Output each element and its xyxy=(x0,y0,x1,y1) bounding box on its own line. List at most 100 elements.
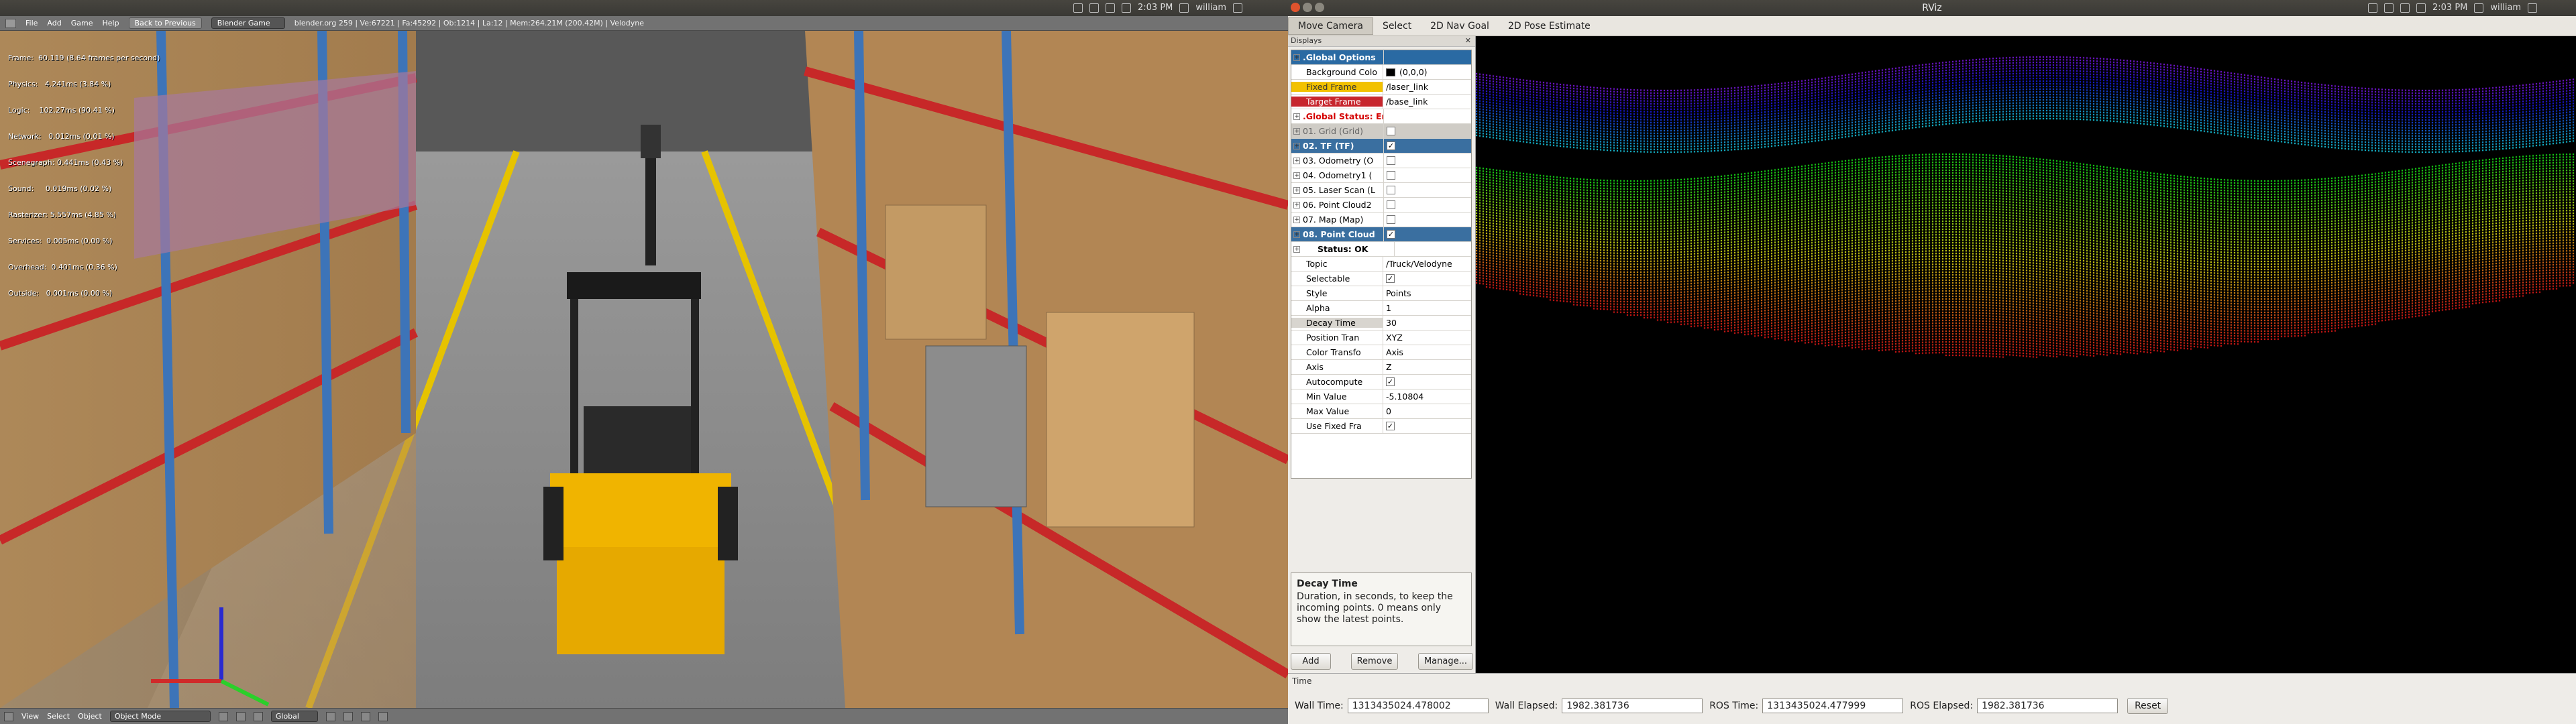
checkbox[interactable]: ✓ xyxy=(1387,230,1395,239)
display-tree-value[interactable]: 0 xyxy=(1383,404,1471,418)
manipulator-icon[interactable] xyxy=(253,711,263,721)
network-icon[interactable] xyxy=(1089,3,1099,13)
tool-select[interactable]: Select xyxy=(1373,18,1421,34)
checkbox[interactable] xyxy=(1387,200,1395,209)
menu-select[interactable]: Select xyxy=(47,712,70,721)
display-tree-value[interactable]: Axis xyxy=(1383,345,1471,359)
display-tree-value[interactable]: ✓ xyxy=(1383,139,1471,153)
menu-help[interactable]: Help xyxy=(102,19,119,27)
checkbox[interactable]: ✓ xyxy=(1386,422,1395,430)
expand-icon[interactable]: + xyxy=(1293,201,1300,208)
menu-add[interactable]: Add xyxy=(47,19,61,27)
display-tree-value[interactable] xyxy=(1383,50,1471,64)
display-tree-row[interactable]: Target Frame/base_link xyxy=(1291,95,1471,109)
display-tree-value[interactable]: /laser_link xyxy=(1383,80,1471,94)
orientation-select[interactable]: Global xyxy=(270,711,318,722)
expand-icon[interactable]: + xyxy=(1293,186,1300,194)
display-tree-row[interactable]: Use Fixed Fra ✓ xyxy=(1291,419,1471,434)
menu-game[interactable]: Game xyxy=(71,19,93,27)
display-tree-row[interactable]: Fixed Frame/laser_link xyxy=(1291,80,1471,95)
checkbox[interactable]: ✓ xyxy=(1387,141,1395,150)
checkbox[interactable] xyxy=(1387,171,1395,180)
checkbox[interactable] xyxy=(1387,156,1395,165)
display-tree-row[interactable]: + .Global Options xyxy=(1291,50,1471,65)
volume-icon[interactable] xyxy=(2400,3,2410,13)
display-tree-row[interactable]: Min Value -5.10804 xyxy=(1291,389,1471,404)
display-tree-row[interactable]: Autocompute ✓ xyxy=(1291,375,1471,389)
display-tree-value[interactable] xyxy=(1394,242,1471,256)
display-tree-value[interactable] xyxy=(1383,154,1471,168)
display-tree-row[interactable]: +07. Map (Map) xyxy=(1291,213,1471,227)
layer-button[interactable] xyxy=(378,711,388,721)
display-tree-row[interactable]: + Status: OK xyxy=(1291,242,1471,257)
expand-icon[interactable]: + xyxy=(1293,231,1300,238)
expand-icon[interactable]: + xyxy=(1293,172,1300,179)
expand-icon[interactable]: + xyxy=(1293,127,1300,135)
volume-icon[interactable] xyxy=(1106,3,1115,13)
display-tree-value[interactable] xyxy=(1383,168,1471,182)
manage-button[interactable]: Manage... xyxy=(1417,653,1473,670)
display-tree-value[interactable]: ✓ xyxy=(1383,272,1471,286)
display-tree-value[interactable]: ✓ xyxy=(1383,419,1471,433)
back-to-previous-button[interactable]: Back to Previous xyxy=(128,17,202,29)
display-tree-value[interactable]: (0,0,0) xyxy=(1383,65,1471,79)
display-tree-row[interactable]: +03. Odometry (O xyxy=(1291,154,1471,168)
display-tree-value[interactable]: Z xyxy=(1383,360,1471,374)
layer-button[interactable] xyxy=(325,711,335,721)
display-tree-row[interactable]: +08. Point Cloud ✓ xyxy=(1291,227,1471,242)
display-tree-row[interactable]: Background Colo (0,0,0) xyxy=(1291,65,1471,80)
display-tree-value[interactable]: 1 xyxy=(1383,301,1471,315)
expand-icon[interactable]: + xyxy=(1293,245,1300,253)
ros-elapsed-field[interactable]: 1982.381736 xyxy=(1977,699,2118,713)
tool-2d-nav-goal[interactable]: 2D Nav Goal xyxy=(1421,18,1499,34)
expand-icon[interactable]: + xyxy=(1293,142,1300,149)
editor-type-icon[interactable] xyxy=(5,18,16,28)
checkbox[interactable] xyxy=(1387,186,1395,194)
display-tree-value[interactable]: /Truck/Velodyne xyxy=(1383,257,1471,271)
expand-icon[interactable]: + xyxy=(1293,113,1300,120)
display-tree-value[interactable]: ✓ xyxy=(1383,375,1471,389)
display-tree-row[interactable]: +01. Grid (Grid) xyxy=(1291,124,1471,139)
menu-view[interactable]: View xyxy=(21,712,39,721)
checkbox[interactable] xyxy=(1387,127,1395,135)
ros-time-field[interactable]: 1313435024.477999 xyxy=(1762,699,1904,713)
wall-elapsed-field[interactable]: 1982.381736 xyxy=(1562,699,1703,713)
tool-move-camera[interactable]: Move Camera xyxy=(1288,17,1373,35)
wall-time-field[interactable]: 1313435024.478002 xyxy=(1347,699,1489,713)
mail-icon[interactable] xyxy=(1073,3,1083,13)
expand-icon[interactable]: + xyxy=(1293,157,1300,164)
power-icon[interactable] xyxy=(2528,3,2538,13)
shading-icon[interactable] xyxy=(218,711,228,721)
display-tree-row[interactable]: +02. TF (TF) ✓ xyxy=(1291,139,1471,154)
display-tree-row[interactable]: Style Points xyxy=(1291,286,1471,301)
mail-icon[interactable] xyxy=(2368,3,2377,13)
left-clock[interactable]: 2:03 PM xyxy=(1138,3,1173,13)
network-icon[interactable] xyxy=(2384,3,2394,13)
pivot-icon[interactable] xyxy=(235,711,246,721)
display-tree-row[interactable]: Decay Time 30 xyxy=(1291,316,1471,330)
display-tree-value[interactable]: ✓ xyxy=(1383,227,1471,241)
layer-button[interactable] xyxy=(343,711,353,721)
close-icon[interactable]: ✕ xyxy=(1465,36,1471,45)
expand-icon[interactable]: + xyxy=(1293,54,1300,61)
display-tree-value[interactable]: 30 xyxy=(1383,316,1471,330)
reset-button[interactable]: Reset xyxy=(2127,698,2169,714)
display-tree-row[interactable]: +.Global Status: Error xyxy=(1291,109,1471,124)
expand-icon[interactable]: + xyxy=(1293,216,1300,223)
right-clock[interactable]: 2:03 PM xyxy=(2432,3,2467,13)
display-tree-value[interactable]: Points xyxy=(1383,286,1471,300)
display-tree-value[interactable] xyxy=(1383,183,1471,197)
display-tree[interactable]: + .Global Options Background Colo (0,0,0) Fi… xyxy=(1291,50,1472,479)
left-user[interactable]: william xyxy=(1195,3,1226,13)
display-tree-row[interactable]: +05. Laser Scan (L xyxy=(1291,183,1471,198)
checkbox[interactable]: ✓ xyxy=(1386,377,1395,386)
color-swatch[interactable] xyxy=(1386,68,1395,76)
point-cloud-view[interactable] xyxy=(1476,36,2576,673)
display-tree-row[interactable]: Color Transfo Axis xyxy=(1291,345,1471,360)
mode-select[interactable]: Object Mode xyxy=(109,711,211,722)
layer-button[interactable] xyxy=(360,711,370,721)
battery-icon[interactable] xyxy=(1122,3,1131,13)
3d-viewport[interactable]: Frame: 60.119 (8.64 frames per second) P… xyxy=(0,31,1288,708)
battery-icon[interactable] xyxy=(2416,3,2426,13)
add-button[interactable]: Add xyxy=(1291,653,1331,670)
